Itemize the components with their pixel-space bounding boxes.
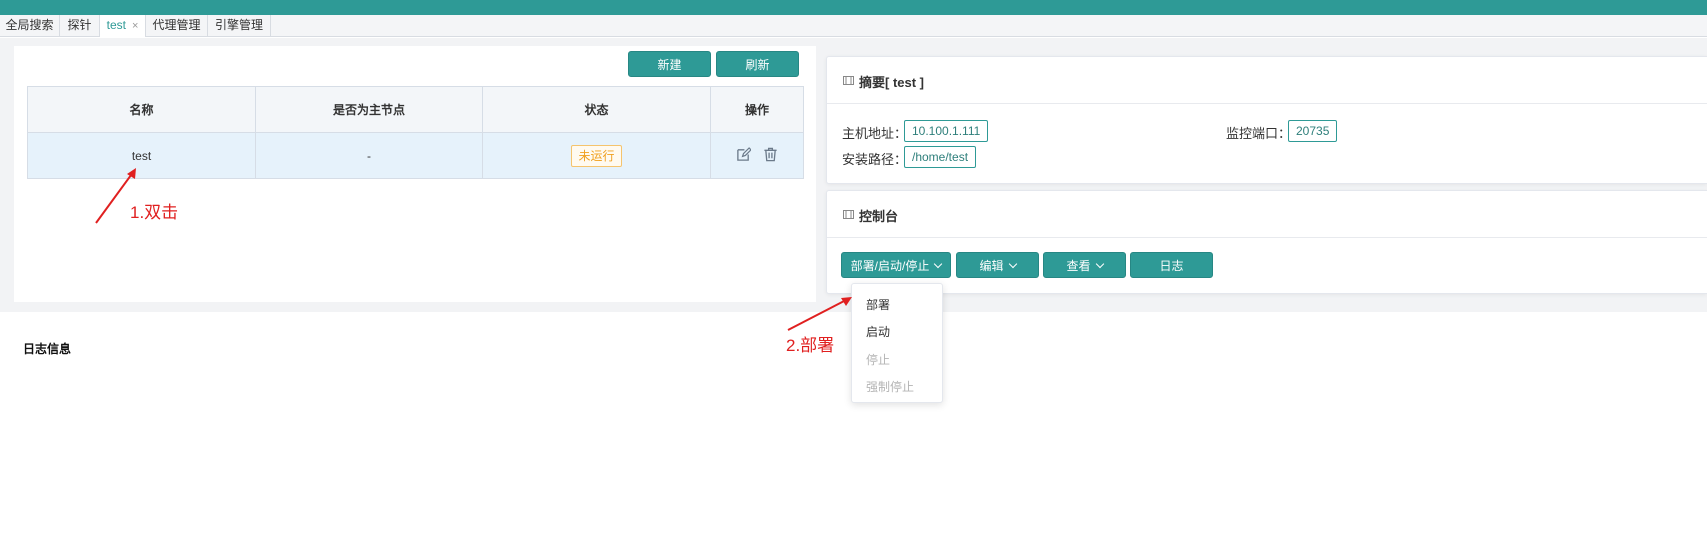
menu-item-start[interactable]: 启动 [866, 323, 890, 340]
menu-item-stop: 停止 [866, 353, 891, 367]
chevron-down-icon [934, 259, 943, 269]
console-card: 控制台 [826, 190, 1707, 294]
summary-title: 摘要[ test ] [859, 75, 925, 90]
column-header-actions: 操作 [710, 86, 804, 133]
tab-engine-management[interactable]: 引擎管理 [208, 15, 271, 37]
menu-item-deploy[interactable]: 部署 [866, 296, 890, 313]
tab-test[interactable]: test × [100, 15, 146, 37]
tab-global-search[interactable]: 全局搜索 [0, 15, 60, 37]
tab-bar: 全局搜索 探针 test × 代理管理 引擎管理 [0, 15, 1707, 37]
log-button[interactable]: 日志 [1130, 252, 1213, 278]
cell-status: 未运行 [482, 132, 711, 179]
host-label: 主机地址： [842, 126, 908, 141]
cell-master: - [255, 132, 483, 179]
tab-agent-management[interactable]: 代理管理 [146, 15, 208, 37]
close-icon[interactable]: × [132, 20, 138, 32]
path-label: 安装路径： [842, 152, 908, 167]
summary-header: 摘要[ test ] [827, 57, 1707, 104]
card-icon [843, 208, 854, 223]
cell-actions [710, 132, 804, 179]
path-value: /home/test [904, 146, 977, 168]
edit-button[interactable]: 编辑 [956, 252, 1039, 278]
console-title: 控制台 [859, 209, 899, 224]
column-header-name: 名称 [27, 86, 256, 133]
refresh-button[interactable]: 刷新 [716, 51, 799, 77]
status-badge: 未运行 [571, 144, 622, 167]
table-row[interactable]: test - 未运行 [27, 132, 804, 179]
table-header-row: 名称 是否为主节点 状态 操作 [27, 86, 804, 133]
port-label: 监控端口： [1226, 126, 1292, 141]
node-table: 名称 是否为主节点 状态 操作 test - 未运行 [27, 86, 804, 179]
chevron-down-icon [1008, 259, 1017, 269]
console-header: 控制台 [827, 191, 1707, 238]
card-icon [843, 74, 854, 89]
annotation-step1: 1.双击 [130, 203, 179, 222]
annotation-step2: 2.部署 [786, 336, 835, 355]
host-value: 10.100.1.111 [904, 120, 989, 142]
delete-icon[interactable] [763, 147, 778, 165]
menu-item-force-stop: 强制停止 [866, 380, 915, 394]
column-header-master: 是否为主节点 [255, 86, 483, 133]
deploy-start-stop-button[interactable]: 部署/启动/停止 [841, 252, 951, 278]
new-button[interactable]: 新建 [628, 51, 711, 77]
arrow-annotation-icon [787, 297, 852, 331]
log-section-title: 日志信息 [23, 342, 72, 356]
top-header-bar [0, 0, 1707, 15]
tab-probe[interactable]: 探针 [60, 15, 100, 37]
edit-icon[interactable] [736, 146, 753, 165]
column-header-status: 状态 [482, 86, 711, 133]
summary-card: 摘要[ test ] 主机地址： 10.100.1.111 监控端口： 2073… [826, 56, 1707, 184]
chevron-down-icon [1095, 259, 1104, 269]
port-value: 20735 [1288, 120, 1338, 142]
deploy-dropdown-menu: 部署 启动 停止 强制停止 [851, 283, 943, 403]
view-button[interactable]: 查看 [1043, 252, 1126, 278]
